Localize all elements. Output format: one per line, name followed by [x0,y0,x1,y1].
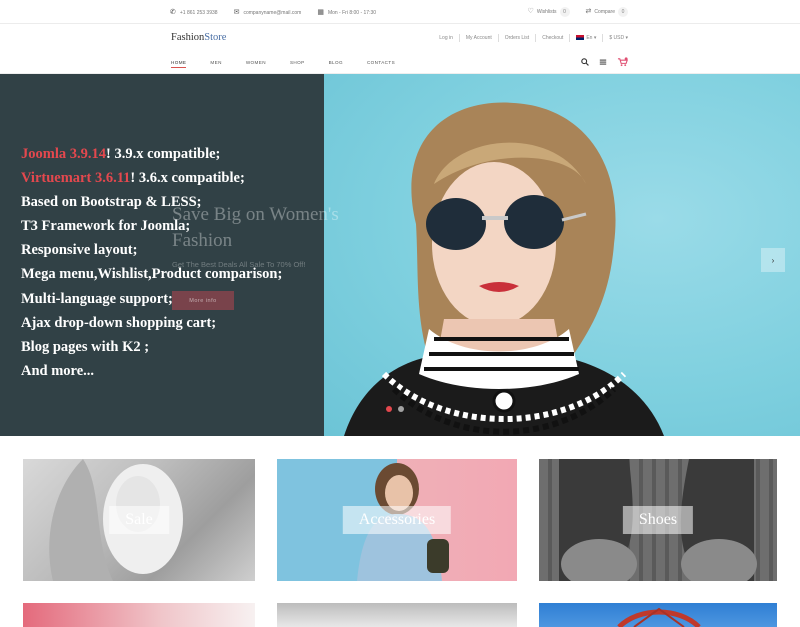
hero-slider: Save Big on Women's Fashion Get The Best… [0,74,800,436]
header-tools [581,57,628,69]
ferris-wheel-photo [617,607,701,627]
wishlist-link[interactable]: ♡ Wishlists 0 [528,7,570,17]
feature-text: Mega menu,Wishlist,Product comparison; [21,266,283,283]
nav-contacts[interactable]: CONTACTS [367,60,395,68]
language-selector[interactable]: En ▾ [576,35,596,41]
login-link[interactable]: Log in [439,35,453,41]
feature-text: Ajax drop-down shopping cart; [21,314,217,331]
topbar-actions: ♡ Wishlists 0 ⇄ Compare 0 [528,0,628,24]
contact-info: ✆ +1 861 253 3938 ✉ companyname@mail.com ▦… [170,0,376,24]
feature-text: T3 Framework for Joomla; [21,218,191,235]
email-address[interactable]: companyname@mail.com [243,10,301,16]
account-links: Log in My Account Orders List Checkout E… [439,34,628,42]
divider [458,34,460,42]
email-info[interactable]: ✉ companyname@mail.com [234,8,302,16]
nav-home[interactable]: HOME [171,60,187,68]
category-banner-row2-2[interactable] [277,603,517,627]
site-logo[interactable]: FashionStore [171,32,226,43]
feature-item: Virtuemart 3.6.11! 3.6.x compatible; [21,166,282,190]
compare-count-badge: 0 [618,7,628,17]
shopping-cart-icon[interactable] [617,57,628,69]
feature-text: And more... [21,362,95,379]
feature-item: Joomla 3.9.14! 3.9.x compatible; [21,142,282,166]
menu-icon[interactable] [599,58,607,68]
orders-list-link[interactable]: Orders List [505,35,529,41]
slider-next-button[interactable]: › [761,248,785,272]
divider [569,34,571,42]
compare-icon: ⇄ [585,8,592,15]
divider [535,34,537,42]
feature-item: Multi-language support; [21,287,282,311]
feature-item: Blog pages with K2 ; [21,335,282,359]
calendar-icon: ▦ [317,9,324,16]
category-label: Sale [109,506,169,534]
feature-item: Based on Bootstrap & LESS; [21,190,282,214]
mail-icon: ✉ [233,9,240,16]
woman-photo [344,102,664,436]
nav-men[interactable]: MEN [210,60,221,68]
top-info-bar: ✆ +1 861 253 3938 ✉ companyname@mail.com ▦… [0,0,800,24]
feature-highlight: Virtuemart 3.6.11 [21,170,131,187]
heart-icon: ♡ [527,8,534,15]
feature-text: Based on Bootstrap & LESS; [21,194,202,211]
feature-highlight: Joomla 3.9.14 [21,146,106,162]
hero-image [324,74,800,436]
compare-link[interactable]: ⇄ Compare 0 [586,7,628,17]
feature-text: Multi-language support; [21,290,173,307]
nav-blog[interactable]: BLOG [329,60,343,68]
chevron-right-icon: › [771,255,775,265]
hours-info: ▦ Mon - Fri 8:00 - 17:30 [317,8,376,16]
category-banner-row2-1[interactable] [23,603,255,627]
feature-item: Mega menu,Wishlist,Product comparison; [21,262,282,286]
feature-list: Joomla 3.9.14! 3.9.x compatible; Virtuem… [21,142,282,383]
category-banner-sale[interactable]: Sale [23,459,255,581]
currency-selector[interactable]: $ USD ▾ [609,35,628,41]
caret-down-icon: ▾ [625,35,628,41]
feature-text: Responsive layout; [21,242,138,259]
category-banner-row2-3[interactable] [539,603,777,627]
business-hours: Mon - Fri 8:00 - 17:30 [327,10,377,16]
language-label: En [586,35,593,41]
feature-text: ! 3.9.x compatible; [105,146,221,162]
nav-shop[interactable]: SHOP [290,60,305,68]
slider-dot[interactable] [386,406,392,412]
nav-women[interactable]: WOMEN [246,60,266,68]
category-label: Accessories [342,506,452,534]
checkout-link[interactable]: Checkout [542,35,563,41]
feature-item: And more... [21,359,282,383]
feature-text: Blog pages with K2 ; [21,338,150,355]
divider [497,34,499,42]
feature-item: T3 Framework for Joomla; [21,214,282,238]
caret-down-icon: ▾ [593,35,597,41]
wishlist-label: Wishlists [536,9,557,15]
feature-text: ! 3.6.x compatible; [130,170,245,187]
site-header: FashionStore Log in My Account Orders Li… [0,24,800,74]
feature-item: Ajax drop-down shopping cart; [21,311,282,335]
compare-label: Compare [594,9,615,15]
phone-info: ✆ +1 861 253 3938 [170,8,218,16]
wishlist-count-badge: 0 [559,7,570,17]
flag-icon [576,35,585,41]
slider-dot[interactable] [398,406,404,412]
search-icon[interactable] [581,58,589,68]
category-banner-accessories[interactable]: Accessories [277,459,517,581]
phone-icon: ✆ [170,9,176,16]
my-account-link[interactable]: My Account [466,35,492,41]
phone-number: +1 861 253 3938 [179,10,218,16]
logo-text-store: Store [204,32,227,43]
feature-item: Responsive layout; [21,238,282,262]
slider-dots [386,406,404,412]
main-nav: HOME MEN WOMEN SHOP BLOG CONTACTS [171,60,419,68]
category-banner-shoes[interactable]: Shoes [539,459,777,581]
logo-text-fashion: Fashion [171,32,205,43]
currency-label: $ USD [609,35,625,41]
divider [602,34,604,42]
category-label: Shoes [622,506,694,534]
